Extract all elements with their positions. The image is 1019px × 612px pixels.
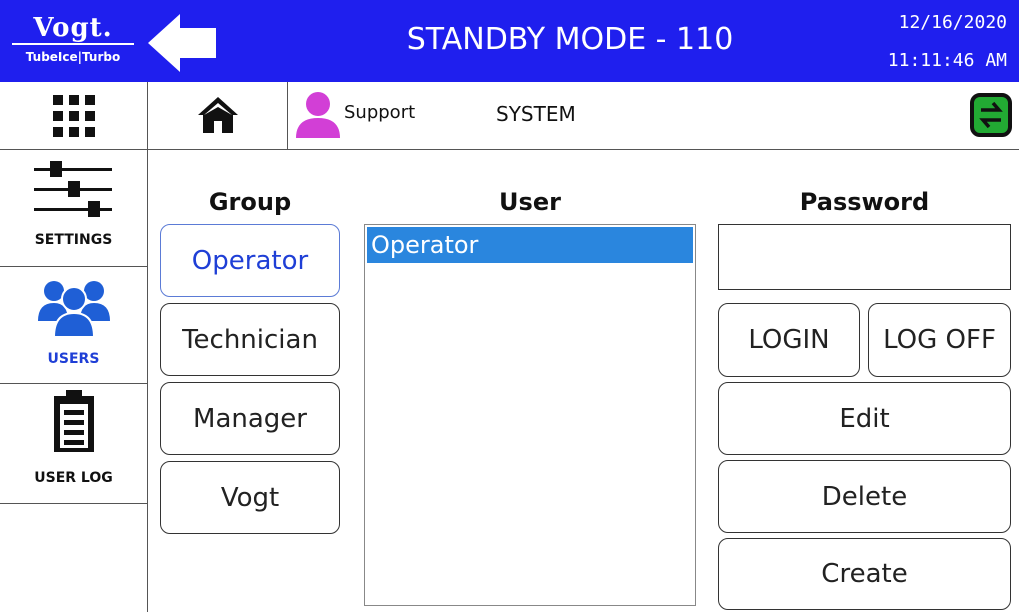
user-list[interactable]: Operator	[364, 224, 696, 606]
logo-divider	[12, 43, 134, 45]
delete-button[interactable]: Delete	[718, 460, 1011, 533]
logo-brand: Vogt.	[33, 13, 113, 43]
toolbar: Support SYSTEM	[148, 82, 1019, 150]
home-button[interactable]	[148, 82, 288, 149]
user-header: User	[499, 188, 561, 216]
swap-icon	[970, 93, 1012, 137]
vogt-logo: Vogt. TubeIce|Turbo	[4, 14, 142, 72]
login-button[interactable]: LOGIN	[718, 303, 860, 377]
group-manager-button[interactable]: Manager	[160, 382, 340, 455]
sidebar-item-settings[interactable]: SETTINGS	[0, 150, 147, 267]
clipboard-icon	[54, 390, 94, 452]
grid-icon	[53, 95, 95, 137]
user-icon	[296, 92, 340, 138]
section-label: SYSTEM	[496, 102, 576, 126]
logoff-button[interactable]: LOG OFF	[868, 303, 1011, 377]
group-technician-button[interactable]: Technician	[160, 303, 340, 376]
sidebar-item-menu[interactable]	[0, 82, 147, 150]
sidebar-label-user-log: USER LOG	[34, 470, 113, 486]
current-user-name: Support	[344, 102, 416, 123]
sidebar-item-users[interactable]: USERS	[0, 267, 147, 384]
password-field[interactable]	[718, 224, 1011, 290]
sidebar-label-settings: SETTINGS	[34, 232, 113, 248]
group-vogt-button[interactable]: Vogt	[160, 461, 340, 534]
user-avatar-button[interactable]	[293, 90, 343, 140]
group-operator-button[interactable]: Operator	[160, 224, 340, 297]
back-arrow-icon[interactable]	[148, 14, 218, 72]
sliders-icon	[34, 161, 112, 217]
user-list-item[interactable]: Operator	[367, 227, 693, 263]
create-button[interactable]: Create	[718, 538, 1011, 610]
home-icon	[198, 97, 238, 133]
date-display: 12/16/2020	[898, 12, 1007, 33]
time-display: 11:11:46 AM	[887, 50, 1007, 71]
users-icon	[38, 281, 110, 337]
swap-button[interactable]	[969, 92, 1013, 138]
sidebar-label-users: USERS	[47, 351, 100, 367]
header-bar: Vogt. TubeIce|Turbo STANDBY MODE - 110 1…	[0, 0, 1019, 82]
group-header: Group	[208, 188, 292, 216]
page-title: STANDBY MODE - 110	[406, 22, 734, 57]
sidebar: SETTINGS USERS USER LOG	[0, 82, 148, 612]
edit-button[interactable]: Edit	[718, 382, 1011, 455]
sidebar-item-user-log[interactable]: USER LOG	[0, 384, 147, 504]
password-header: Password	[799, 188, 930, 216]
logo-subtitle: TubeIce|Turbo	[25, 50, 121, 64]
